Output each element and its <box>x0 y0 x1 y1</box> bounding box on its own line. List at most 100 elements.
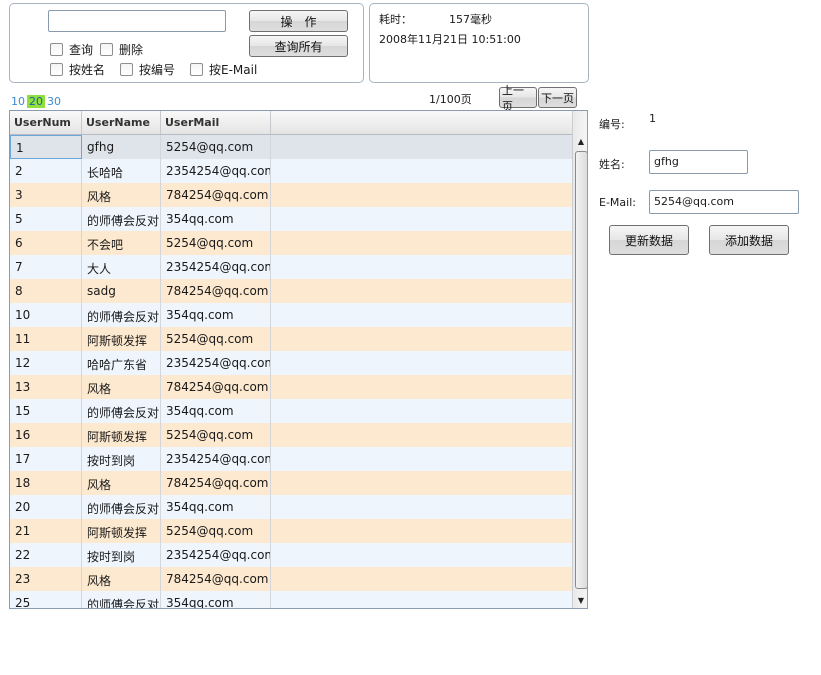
username-cell[interactable]: 阿斯顿发挥 <box>82 519 161 543</box>
usernum-cell[interactable]: 15 <box>10 399 82 423</box>
usermail-cell[interactable]: 2354254@qq.com <box>161 543 271 567</box>
update-data-button[interactable]: 更新数据 <box>609 225 689 255</box>
usermail-cell[interactable]: 354qq.com <box>161 495 271 519</box>
usermail-cell[interactable]: 2354254@qq.com <box>161 351 271 375</box>
usermail-cell[interactable]: 784254@qq.com <box>161 375 271 399</box>
scroll-thumb[interactable] <box>575 151 587 589</box>
usermail-cell[interactable]: 2354254@qq.com <box>161 159 271 183</box>
username-cell[interactable]: 大人 <box>82 255 161 279</box>
usernum-cell[interactable]: 20 <box>10 495 82 519</box>
username-cell[interactable]: 阿斯顿发挥 <box>82 327 161 351</box>
by-email-checkbox[interactable]: 按E-Mail <box>190 61 257 78</box>
user-data-grid[interactable]: UserNum UserName UserMail 1 gfhg 5254@qq.c… <box>9 110 588 609</box>
username-cell[interactable]: 风格 <box>82 471 161 495</box>
usermail-cell[interactable]: 2354254@qq.com <box>161 447 271 471</box>
username-cell[interactable]: 阿斯顿发挥 <box>82 423 161 447</box>
scroll-down-icon[interactable]: ▼ <box>573 592 587 608</box>
email-field[interactable]: 5254@qq.com <box>649 190 799 214</box>
usernum-cell[interactable]: 8 <box>10 279 82 303</box>
table-row[interactable]: 18 风格 784254@qq.com <box>10 471 573 495</box>
username-cell[interactable]: 按时到岗 <box>82 447 161 471</box>
usernum-cell[interactable]: 22 <box>10 543 82 567</box>
table-row[interactable]: 1 gfhg 5254@qq.com <box>10 135 573 159</box>
column-header-usermail[interactable]: UserMail <box>161 111 271 134</box>
username-cell[interactable]: 按时到岗 <box>82 543 161 567</box>
next-page-button[interactable]: 下一页 <box>538 87 577 108</box>
usernum-cell[interactable]: 1 <box>10 135 82 159</box>
username-cell[interactable]: 长哈哈 <box>82 159 161 183</box>
username-cell[interactable]: 不会吧 <box>82 231 161 255</box>
usernum-cell[interactable]: 17 <box>10 447 82 471</box>
usernum-cell[interactable]: 11 <box>10 327 82 351</box>
table-row[interactable]: 16 阿斯顿发挥 5254@qq.com <box>10 423 573 447</box>
checkbox-box[interactable] <box>190 63 203 76</box>
usermail-cell[interactable]: 5254@qq.com <box>161 327 271 351</box>
checkbox-box[interactable] <box>120 63 133 76</box>
query-checkbox[interactable]: 查询 <box>50 41 93 58</box>
by-number-checkbox[interactable]: 按编号 <box>120 61 175 78</box>
add-data-button[interactable]: 添加数据 <box>709 225 789 255</box>
usernum-cell[interactable]: 6 <box>10 231 82 255</box>
usermail-cell[interactable]: 5254@qq.com <box>161 135 271 159</box>
username-cell[interactable]: 的师傅会反对 <box>82 303 161 327</box>
usermail-cell[interactable]: 784254@qq.com <box>161 279 271 303</box>
table-row[interactable]: 22 按时到岗 2354254@qq.com <box>10 543 573 567</box>
operate-button[interactable]: 操 作 <box>249 10 348 32</box>
username-cell[interactable]: gfhg <box>82 135 161 159</box>
table-row[interactable]: 10 的师傅会反对 354qq.com <box>10 303 573 327</box>
username-cell[interactable]: 的师傅会反对 <box>82 495 161 519</box>
usermail-cell[interactable]: 784254@qq.com <box>161 471 271 495</box>
vertical-scrollbar[interactable]: ▲ ▼ <box>572 111 587 608</box>
username-cell[interactable]: sadg <box>82 279 161 303</box>
usernum-cell[interactable]: 25 <box>10 591 82 608</box>
checkbox-box[interactable] <box>50 63 63 76</box>
usernum-cell[interactable]: 2 <box>10 159 82 183</box>
usermail-cell[interactable]: 5254@qq.com <box>161 423 271 447</box>
query-all-button[interactable]: 查询所有 <box>249 35 348 57</box>
usernum-cell[interactable]: 21 <box>10 519 82 543</box>
usernum-cell[interactable]: 16 <box>10 423 82 447</box>
usermail-cell[interactable]: 5254@qq.com <box>161 519 271 543</box>
usernum-cell[interactable]: 23 <box>10 567 82 591</box>
table-row[interactable]: 12 哈哈广东省 2354254@qq.com <box>10 351 573 375</box>
table-row[interactable]: 21 阿斯顿发挥 5254@qq.com <box>10 519 573 543</box>
username-cell[interactable]: 哈哈广东省 <box>82 351 161 375</box>
column-header-usernum[interactable]: UserNum <box>10 111 82 134</box>
usermail-cell[interactable]: 354qq.com <box>161 207 271 231</box>
username-cell[interactable]: 风格 <box>82 183 161 207</box>
username-cell[interactable]: 风格 <box>82 375 161 399</box>
usernum-cell[interactable]: 5 <box>10 207 82 231</box>
prev-page-button[interactable]: 上一页 <box>499 84 537 113</box>
table-row[interactable]: 8 sadg 784254@qq.com <box>10 279 573 303</box>
by-name-checkbox[interactable]: 按姓名 <box>50 61 105 78</box>
usernum-cell[interactable]: 12 <box>10 351 82 375</box>
table-row[interactable]: 17 按时到岗 2354254@qq.com <box>10 447 573 471</box>
table-row[interactable]: 20 的师傅会反对 354qq.com <box>10 495 573 519</box>
usernum-cell[interactable]: 10 <box>10 303 82 327</box>
table-row[interactable]: 3 风格 784254@qq.com <box>10 183 573 207</box>
table-row[interactable]: 7 大人 2354254@qq.com <box>10 255 573 279</box>
usermail-cell[interactable]: 784254@qq.com <box>161 183 271 207</box>
username-cell[interactable]: 风格 <box>82 567 161 591</box>
username-cell[interactable]: 的师傅会反对 <box>82 207 161 231</box>
usermail-cell[interactable]: 2354254@qq.com <box>161 255 271 279</box>
usernum-cell[interactable]: 3 <box>10 183 82 207</box>
page-size-10-link[interactable]: 10 <box>11 95 25 108</box>
usernum-cell[interactable]: 13 <box>10 375 82 399</box>
table-row[interactable]: 23 风格 784254@qq.com <box>10 567 573 591</box>
checkbox-box[interactable] <box>50 43 63 56</box>
usernum-cell[interactable]: 18 <box>10 471 82 495</box>
table-row[interactable]: 5 的师傅会反对 354qq.com <box>10 207 573 231</box>
search-input[interactable] <box>48 10 226 32</box>
usermail-cell[interactable]: 5254@qq.com <box>161 231 271 255</box>
table-row[interactable]: 13 风格 784254@qq.com <box>10 375 573 399</box>
checkbox-box[interactable] <box>100 43 113 56</box>
username-cell[interactable]: 的师傅会反对 <box>82 399 161 423</box>
username-cell[interactable]: 的师傅会反对 <box>82 591 161 608</box>
table-row[interactable]: 6 不会吧 5254@qq.com <box>10 231 573 255</box>
scroll-up-icon[interactable]: ▲ <box>573 133 587 149</box>
name-field[interactable]: gfhg <box>649 150 748 174</box>
usermail-cell[interactable]: 354qq.com <box>161 303 271 327</box>
table-row[interactable]: 2 长哈哈 2354254@qq.com <box>10 159 573 183</box>
page-size-20-link[interactable]: 20 <box>27 95 45 108</box>
